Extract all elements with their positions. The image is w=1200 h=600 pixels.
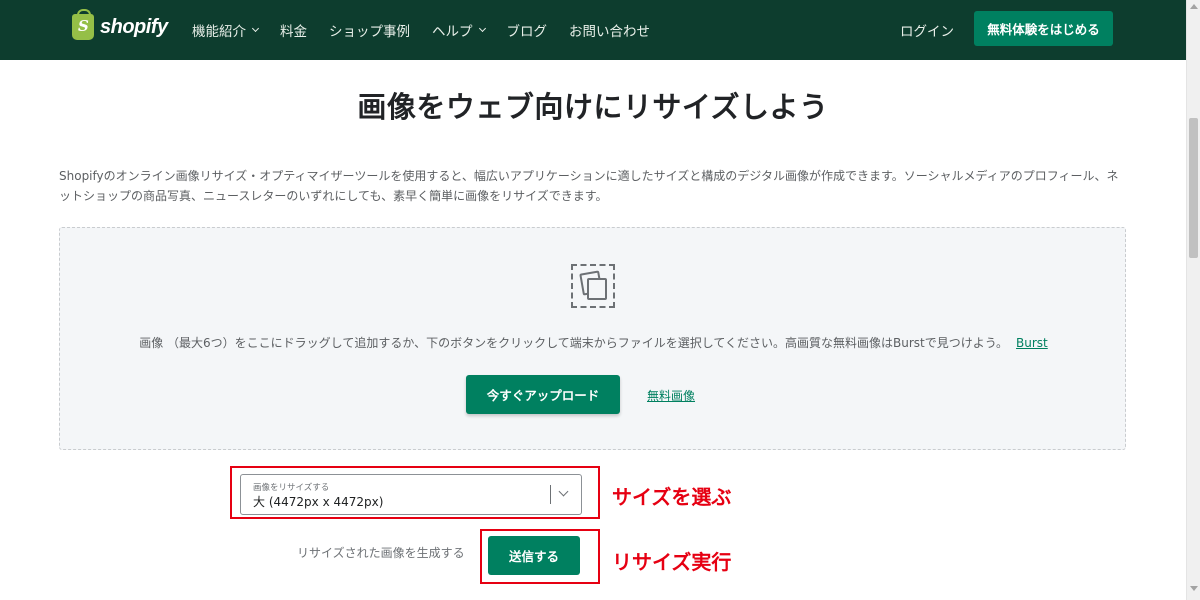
page-title: 画像をウェブ向けにリサイズしよう [357, 90, 829, 124]
burst-link[interactable]: Burst [1016, 336, 1048, 350]
nav-item-label: 機能紹介 [192, 24, 246, 40]
chevron-down-icon[interactable] [558, 486, 569, 497]
scroll-up-arrow-icon[interactable] [1190, 4, 1198, 9]
nav-item[interactable]: お問い合わせ [569, 20, 650, 40]
photos-icon [571, 264, 615, 308]
top-navigation-bar: S shopify 機能紹介 料金 ショップ事例 ヘルプ ブログ お問い合わせ ログイン … [0, 0, 1186, 60]
image-dropzone[interactable]: 画像 （最大6つ）をここにドラッグして追加するか、下のボタンをクリックして端末か… [59, 227, 1126, 450]
generate-label: リサイズされた画像を生成する [297, 546, 465, 560]
upload-now-button[interactable]: 今すぐアップロード [466, 375, 620, 414]
login-link[interactable]: ログイン [900, 20, 954, 40]
select-divider [550, 485, 551, 504]
nav-item-label: お問い合わせ [569, 24, 650, 40]
logo-mark: S [78, 17, 89, 35]
nav-item-label: ブログ [506, 24, 548, 40]
nav-item[interactable]: ショップ事例 [329, 20, 410, 40]
main-nav: 機能紹介 料金 ショップ事例 ヘルプ ブログ お問い合わせ [192, 0, 672, 60]
dropzone-instructions: 画像 （最大6つ）をここにドラッグして追加するか、下のボタンをクリックして端末か… [60, 334, 1127, 351]
select-label: 画像をリサイズする [253, 483, 330, 493]
scroll-thumb[interactable] [1189, 118, 1198, 258]
nav-item-label: 料金 [280, 24, 307, 40]
chevron-down-icon [251, 24, 260, 33]
free-images-link[interactable]: 無料画像 [647, 387, 695, 404]
nav-item[interactable]: 料金 [280, 20, 307, 40]
nav-item-label: ヘルプ [432, 24, 473, 40]
dropzone-text: 画像 （最大6つ）をここにドラッグして追加するか、下のボタンをクリックして端末か… [139, 336, 1009, 350]
start-free-trial-button[interactable]: 無料体験をはじめる [974, 11, 1113, 46]
chevron-down-icon [478, 24, 486, 33]
submit-button[interactable]: 送信する [488, 536, 580, 575]
shopify-bag-icon: S [72, 9, 94, 40]
shopify-logo[interactable]: S shopify [72, 9, 168, 40]
nav-item[interactable]: 機能紹介 [192, 20, 260, 40]
nav-item[interactable]: ヘルプ [432, 20, 486, 40]
scroll-down-arrow-icon[interactable] [1190, 586, 1198, 591]
select-value: 大 (4472px x 4472px) [253, 495, 384, 509]
logo-text: shopify [100, 15, 168, 38]
intro-text: Shopifyのオンライン画像リサイズ・オプティマイザーツールを使用すると、幅広… [59, 169, 1119, 203]
note-run-resize: リサイズ実行 [612, 550, 732, 574]
resize-size-select[interactable]: 画像をリサイズする 大 (4472px x 4472px) [240, 474, 582, 515]
note-choose-size: サイズを選ぶ [612, 485, 732, 509]
page-scrollbar[interactable] [1186, 0, 1200, 600]
nav-item-label: ショップ事例 [329, 24, 410, 40]
nav-item[interactable]: ブログ [507, 20, 548, 40]
